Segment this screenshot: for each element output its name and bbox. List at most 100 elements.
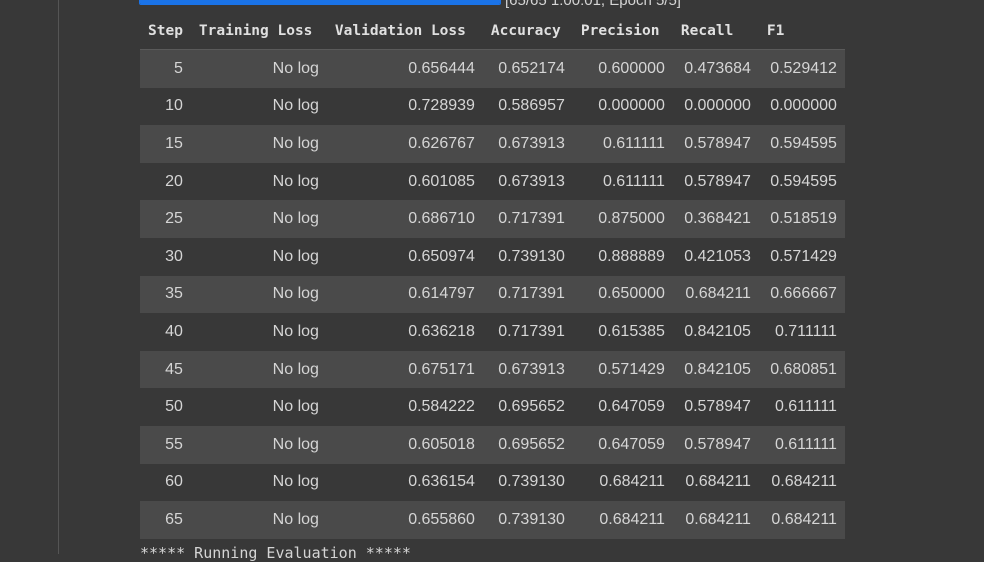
cell-recall: 0.578947	[684, 172, 751, 190]
cell-validation-loss: 0.656444	[408, 59, 475, 77]
cell-recall: 0.684211	[685, 510, 751, 528]
cell-recall: 0.000000	[684, 97, 751, 115]
cell-training-loss: No log	[272, 510, 319, 528]
cell-f1: 0.666667	[770, 285, 837, 303]
cell-accuracy: 0.739130	[498, 247, 565, 265]
evaluation-log-text: ***** Running Evaluation *****	[140, 544, 411, 562]
cell-precision: 0.611111	[602, 134, 665, 152]
cell-accuracy: 0.695652	[498, 398, 565, 416]
cell-validation-loss: 0.614797	[408, 285, 475, 303]
cell-precision: 0.611111	[602, 172, 665, 190]
cell-validation-loss: 0.584222	[408, 398, 475, 416]
cell-recall: 0.578947	[684, 435, 751, 453]
cell-validation-loss: 0.636218	[408, 322, 475, 340]
training-metrics-table: Step Training Loss Validation Loss Accur…	[140, 12, 845, 539]
cell-f1: 0.680851	[770, 360, 837, 378]
cell-margin	[59, 0, 86, 554]
header-training-loss: Training Loss	[190, 12, 327, 50]
table-row: 15 No log 0.626767 0.673913 0.611111 0.578947…	[140, 125, 845, 163]
cell-accuracy: 0.739130	[498, 473, 565, 491]
cell-training-loss: No log	[272, 435, 319, 453]
table-header-row: Step Training Loss Validation Loss Accur…	[140, 12, 845, 50]
cell-precision: 0.875000	[598, 210, 665, 228]
cell-training-loss: No log	[272, 360, 319, 378]
cell-f1: 0.684211	[771, 473, 837, 491]
cell-precision: 0.684211	[599, 473, 665, 491]
cell-precision: 0.647059	[598, 398, 665, 416]
cell-validation-loss: 0.686710	[408, 210, 475, 228]
cell-precision: 0.615385	[598, 322, 665, 340]
cell-training-loss: No log	[272, 473, 319, 491]
cell-step: 45	[165, 360, 183, 378]
cell-validation-loss: 0.636154	[408, 473, 475, 491]
table-row: 50 No log 0.584222 0.695652 0.647059 0.578947…	[140, 388, 845, 426]
cell-precision: 0.571429	[598, 360, 665, 378]
table-row: 35 No log 0.614797 0.717391 0.650000 0.684211…	[140, 275, 845, 314]
header-validation-loss: Validation Loss	[326, 12, 483, 50]
cell-accuracy: 0.695652	[498, 435, 565, 453]
cell-training-loss: No log	[272, 247, 319, 265]
cell-f1: 0.594595	[770, 134, 837, 152]
table-row: 20 No log 0.601085 0.673913 0.611111 0.578947…	[140, 162, 845, 201]
cell-recall: 0.684211	[685, 285, 751, 303]
table-row: 10 No log 0.728939 0.586957 0.000000 0.000000…	[140, 87, 845, 126]
cell-accuracy: 0.673913	[498, 360, 565, 378]
cell-step: 40	[165, 322, 183, 340]
cell-accuracy: 0.673913	[498, 134, 565, 152]
table-row: 30 No log 0.650974 0.739130 0.888889 0.421053…	[140, 237, 845, 276]
cell-precision: 0.684211	[599, 510, 665, 528]
cell-validation-loss: 0.675171	[408, 360, 475, 378]
cell-step: 60	[165, 473, 183, 491]
cell-step: 20	[165, 172, 183, 190]
cell-precision: 0.888889	[598, 247, 665, 265]
cell-accuracy: 0.739130	[498, 510, 565, 528]
cell-f1: 0.711111	[774, 322, 837, 340]
header-accuracy: Accuracy	[482, 12, 573, 50]
progress-fill	[140, 0, 500, 4]
table-row: 55 No log 0.605018 0.695652 0.647059 0.578947…	[140, 425, 845, 464]
cell-step: 25	[165, 210, 183, 228]
notebook-left-rail	[0, 0, 58, 554]
header-precision: Precision	[572, 12, 673, 50]
cell-recall: 0.684211	[685, 473, 751, 491]
cell-training-loss: No log	[272, 134, 319, 152]
cell-accuracy: 0.717391	[498, 210, 565, 228]
table-row: 25 No log 0.686710 0.717391 0.875000 0.368421…	[140, 200, 845, 238]
cell-accuracy: 0.673913	[498, 172, 565, 190]
progress-label: [65/65 1:00:01, Epoch 5/5]	[505, 0, 681, 9]
cell-step: 10	[165, 97, 183, 115]
cell-step: 55	[165, 435, 183, 453]
cell-f1: 0.571429	[770, 247, 837, 265]
header-step: Step	[140, 12, 191, 50]
cell-step: 35	[165, 285, 183, 303]
cell-training-loss: No log	[272, 97, 319, 115]
cell-f1: 0.594595	[770, 172, 837, 190]
header-recall: Recall	[672, 12, 759, 50]
cell-step: 5	[174, 59, 183, 77]
table-row: 40 No log 0.636218 0.717391 0.615385 0.842105…	[140, 313, 845, 351]
cell-recall: 0.578947	[684, 134, 751, 152]
cell-precision: 0.000000	[598, 97, 665, 115]
cell-recall: 0.578947	[684, 398, 751, 416]
cell-validation-loss: 0.655860	[408, 510, 475, 528]
cell-recall: 0.842105	[684, 322, 751, 340]
cell-training-loss: No log	[272, 398, 319, 416]
cell-training-loss: No log	[272, 59, 319, 77]
cell-validation-loss: 0.601085	[408, 172, 475, 190]
cell-f1: 0.518519	[770, 210, 837, 228]
cell-step: 65	[165, 510, 183, 528]
cell-f1: 0.611111	[774, 435, 837, 453]
training-progress-bar	[139, 0, 501, 5]
cell-training-loss: No log	[272, 322, 319, 340]
cell-step: 50	[165, 398, 183, 416]
header-f1: F1	[758, 12, 845, 50]
cell-step: 15	[165, 134, 183, 152]
cell-accuracy: 0.586957	[498, 97, 565, 115]
cell-recall: 0.473684	[684, 59, 751, 77]
cell-precision: 0.600000	[598, 59, 665, 77]
cell-f1: 0.529412	[770, 59, 837, 77]
cell-accuracy: 0.717391	[498, 322, 565, 340]
table-row: 65 No log 0.655860 0.739130 0.684211 0.684211…	[140, 501, 845, 539]
cell-precision: 0.647059	[598, 435, 665, 453]
cell-recall: 0.842105	[684, 360, 751, 378]
